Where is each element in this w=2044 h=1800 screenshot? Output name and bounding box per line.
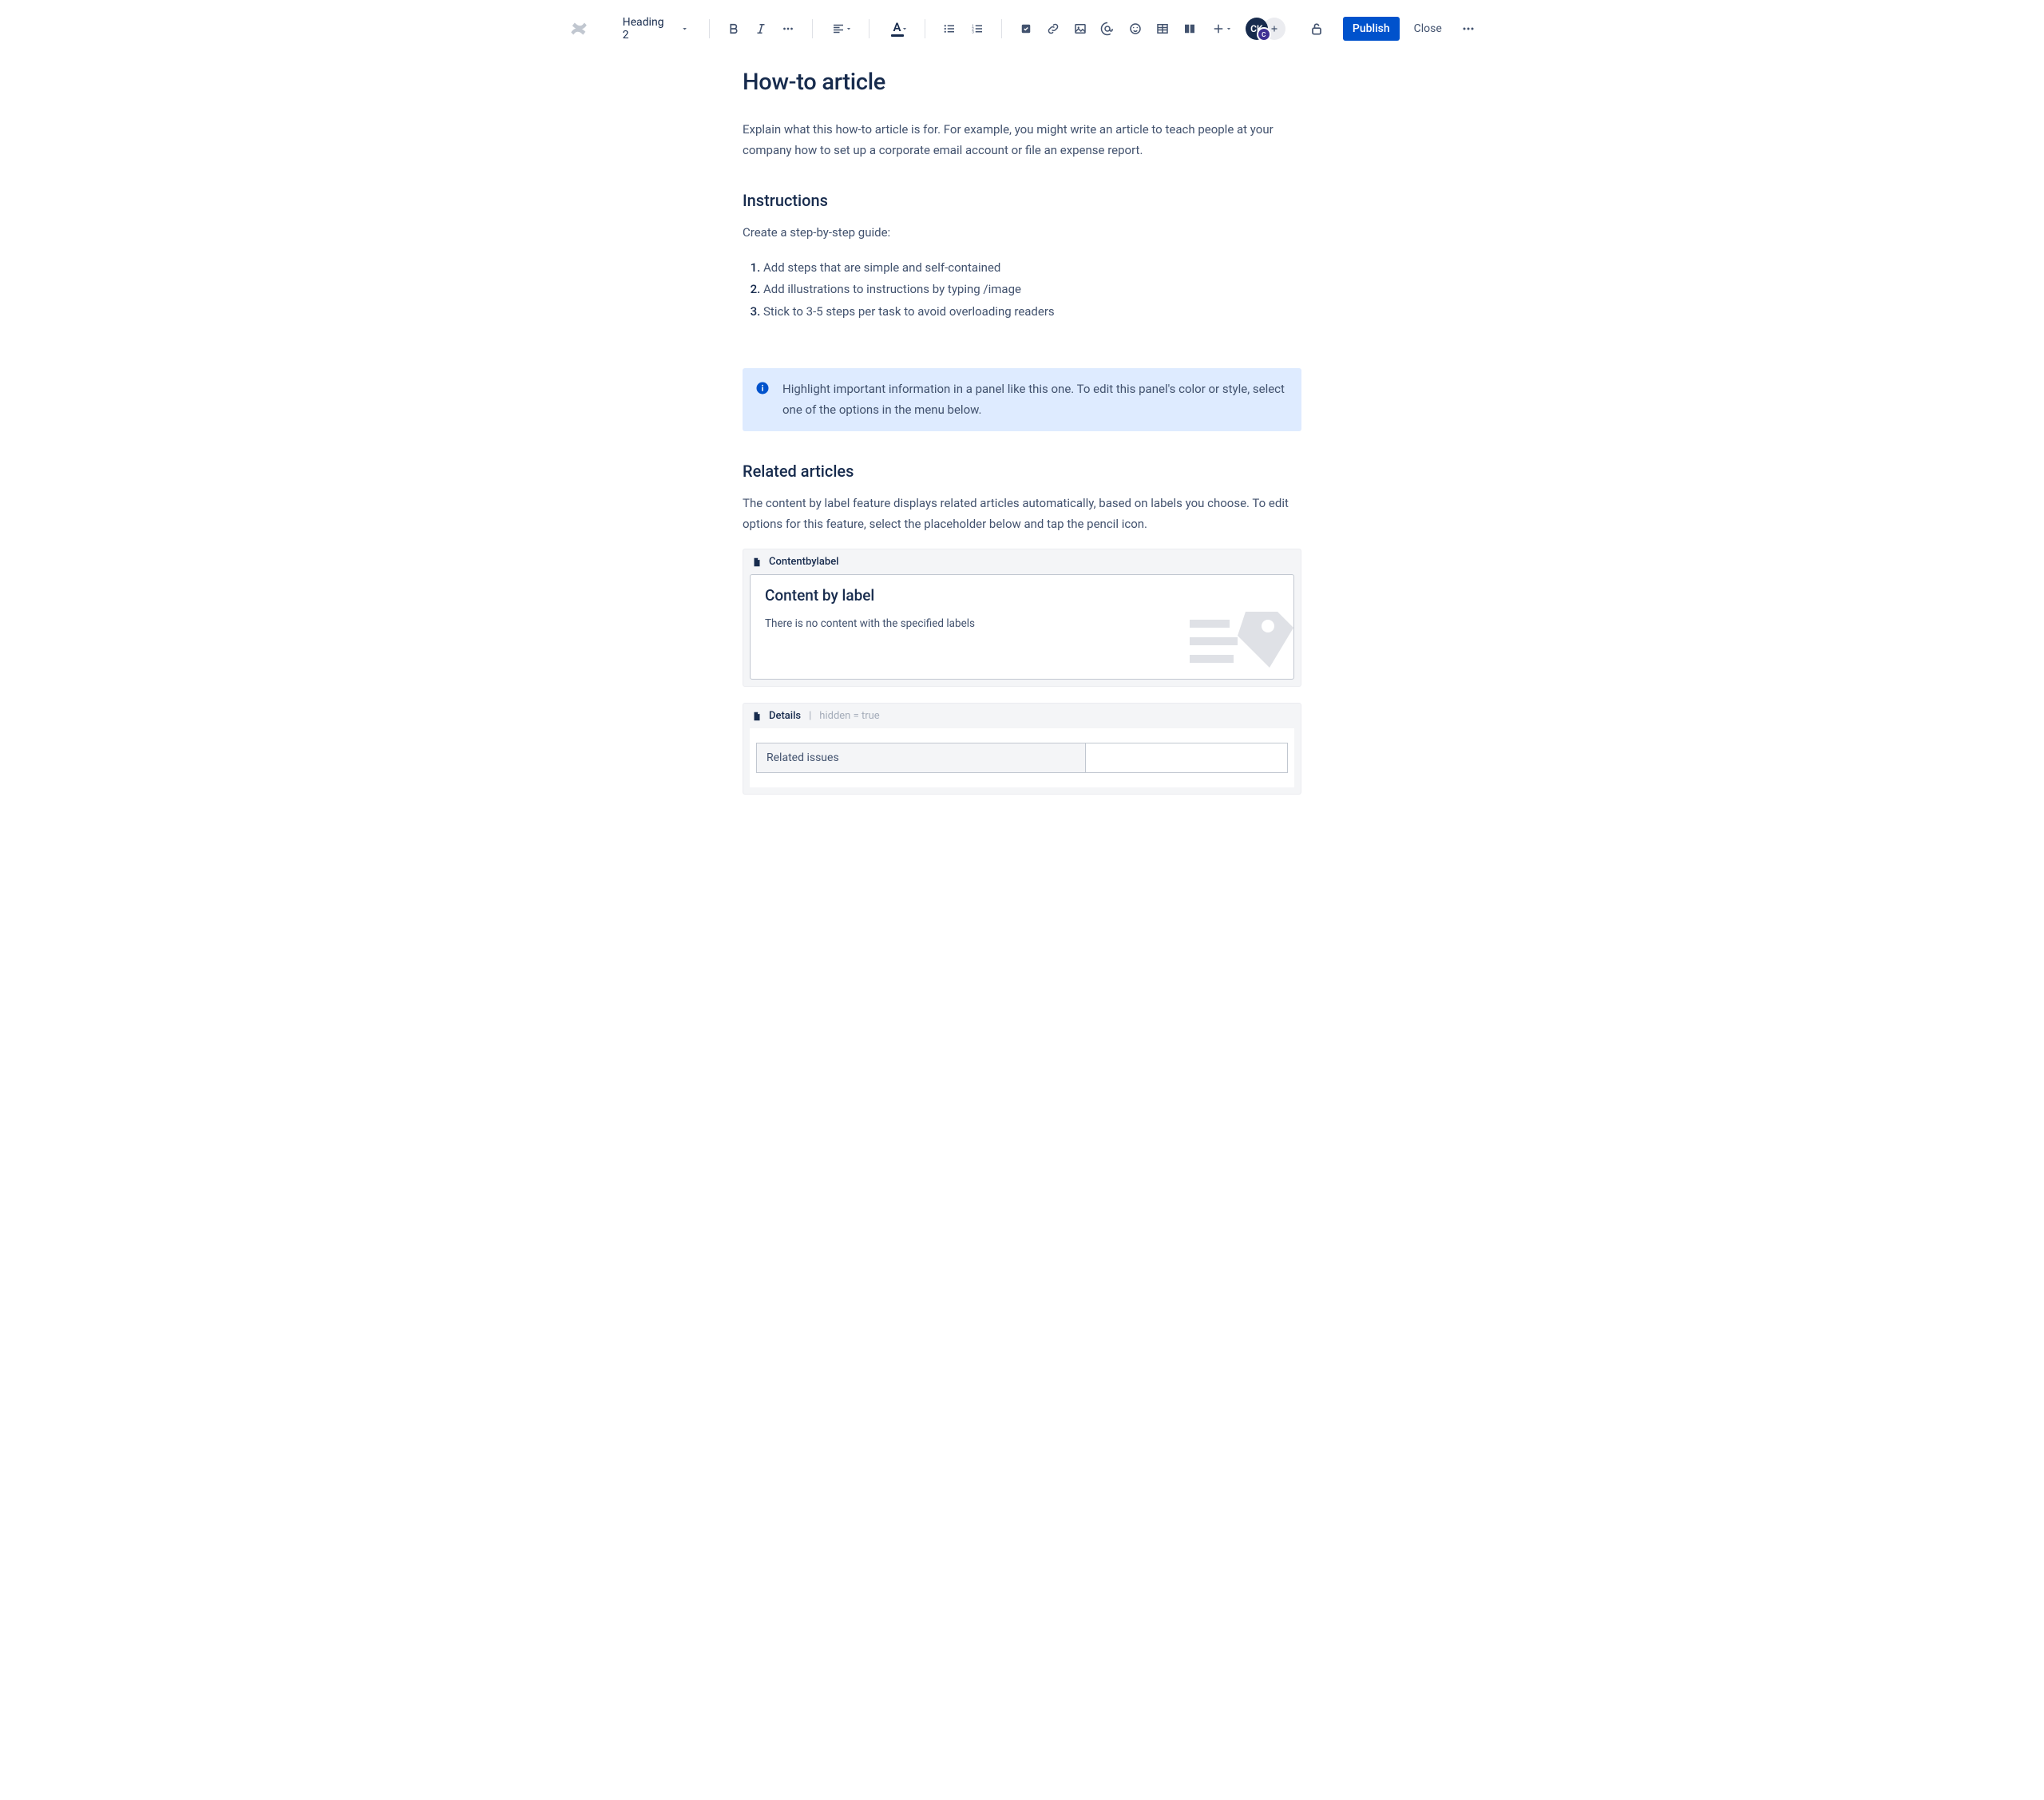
mention-icon [1100,22,1115,36]
macro-name: Contentbylabel [769,556,838,568]
svg-text:3: 3 [972,30,974,34]
chevron-down-icon [680,24,689,34]
image-icon [1073,22,1087,36]
close-button[interactable]: Close [1404,17,1452,41]
related-heading[interactable]: Related articles [743,462,1301,481]
macro-body[interactable]: Related issues [750,728,1294,787]
more-formatting-button[interactable] [777,17,799,41]
chevron-down-icon [1225,25,1233,33]
action-item-icon [1019,22,1033,36]
toolbar-separator [812,19,813,38]
table-icon [1155,22,1170,36]
toolbar-separator [709,19,710,38]
unlocked-icon [1309,21,1325,37]
collaborator-avatar[interactable]: CK C [1246,18,1268,40]
bold-icon [727,22,741,36]
details-macro[interactable]: Details | hidden = true Related issues [743,703,1301,795]
chevron-down-icon [901,25,909,33]
numbered-list-button[interactable]: 123 [965,17,988,41]
page-icon [751,557,763,568]
macro-body[interactable]: Content by label There is no content wit… [750,574,1294,680]
more-horizontal-icon [781,22,795,36]
toolbar-separator [1001,19,1002,38]
layouts-button[interactable] [1178,17,1201,41]
details-row-value[interactable] [1086,743,1287,772]
instructions-lead[interactable]: Create a step-by-step guide: [743,223,1301,244]
align-left-icon [831,22,846,36]
step-list[interactable]: Add steps that are simple and self-conta… [743,258,1301,323]
emoji-icon [1128,22,1143,36]
details-row-label[interactable]: Related issues [757,743,1086,772]
avatar-badge: C [1257,27,1271,42]
label-decoration-icon [1182,580,1293,679]
plus-icon [1211,22,1226,36]
publish-label: Publish [1353,22,1390,35]
text-color-button[interactable]: A [882,17,913,41]
italic-button[interactable] [750,17,772,41]
text-color-swatch [891,34,904,37]
page-title[interactable]: How-to article [743,69,1301,96]
link-button[interactable] [1042,17,1064,41]
action-item-button[interactable] [1015,17,1037,41]
text-color-letter: A [893,22,901,34]
close-label: Close [1414,22,1442,35]
step-item[interactable]: Add steps that are simple and self-conta… [763,258,1301,279]
link-icon [1046,22,1060,36]
image-button[interactable] [1069,17,1091,41]
collaborators: CK C [1246,18,1285,40]
more-horizontal-icon [1460,21,1476,37]
bullet-list-button[interactable] [938,17,961,41]
confluence-icon [569,19,588,38]
macro-name: Details [769,710,801,722]
macro-meta: hidden = true [819,710,879,722]
bold-button[interactable] [723,17,745,41]
table-button[interactable] [1151,17,1174,41]
chevron-down-icon [845,25,853,33]
instructions-heading[interactable]: Instructions [743,191,1301,210]
text-style-label: Heading 2 [623,16,670,42]
content-by-label-macro[interactable]: Contentbylabel Content by label There is… [743,549,1301,687]
emoji-button[interactable] [1124,17,1147,41]
alignment-button[interactable] [826,17,856,41]
macro-header: Details | hidden = true [743,704,1301,728]
editor-more-button[interactable] [1456,16,1480,42]
restrictions-button[interactable] [1305,16,1329,42]
info-panel[interactable]: Highlight important information in a pan… [743,368,1301,431]
insert-button[interactable] [1206,17,1236,41]
bullet-list-icon [942,22,957,36]
italic-icon [754,22,768,36]
step-item[interactable]: Add illustrations to instructions by typ… [763,280,1301,300]
info-icon [755,379,771,420]
confluence-logo [564,13,594,45]
page-icon [751,711,763,722]
step-item[interactable]: Stick to 3-5 steps per task to avoid ove… [763,302,1301,323]
macro-header: Contentbylabel [743,549,1301,574]
related-text[interactable]: The content by label feature displays re… [743,494,1301,534]
details-table[interactable]: Related issues [756,743,1288,773]
publish-button[interactable]: Publish [1343,17,1400,41]
editor-content[interactable]: How-to article Explain what this how-to … [743,57,1301,835]
numbered-list-icon: 123 [970,22,984,36]
text-style-select[interactable]: Heading 2 [616,13,696,45]
intro-paragraph[interactable]: Explain what this how-to article is for.… [743,120,1301,161]
editor-toolbar: Heading 2 A 123 [551,0,1493,57]
info-panel-text[interactable]: Highlight important information in a pan… [782,379,1289,420]
mention-button[interactable] [1096,17,1119,41]
layouts-icon [1182,22,1197,36]
